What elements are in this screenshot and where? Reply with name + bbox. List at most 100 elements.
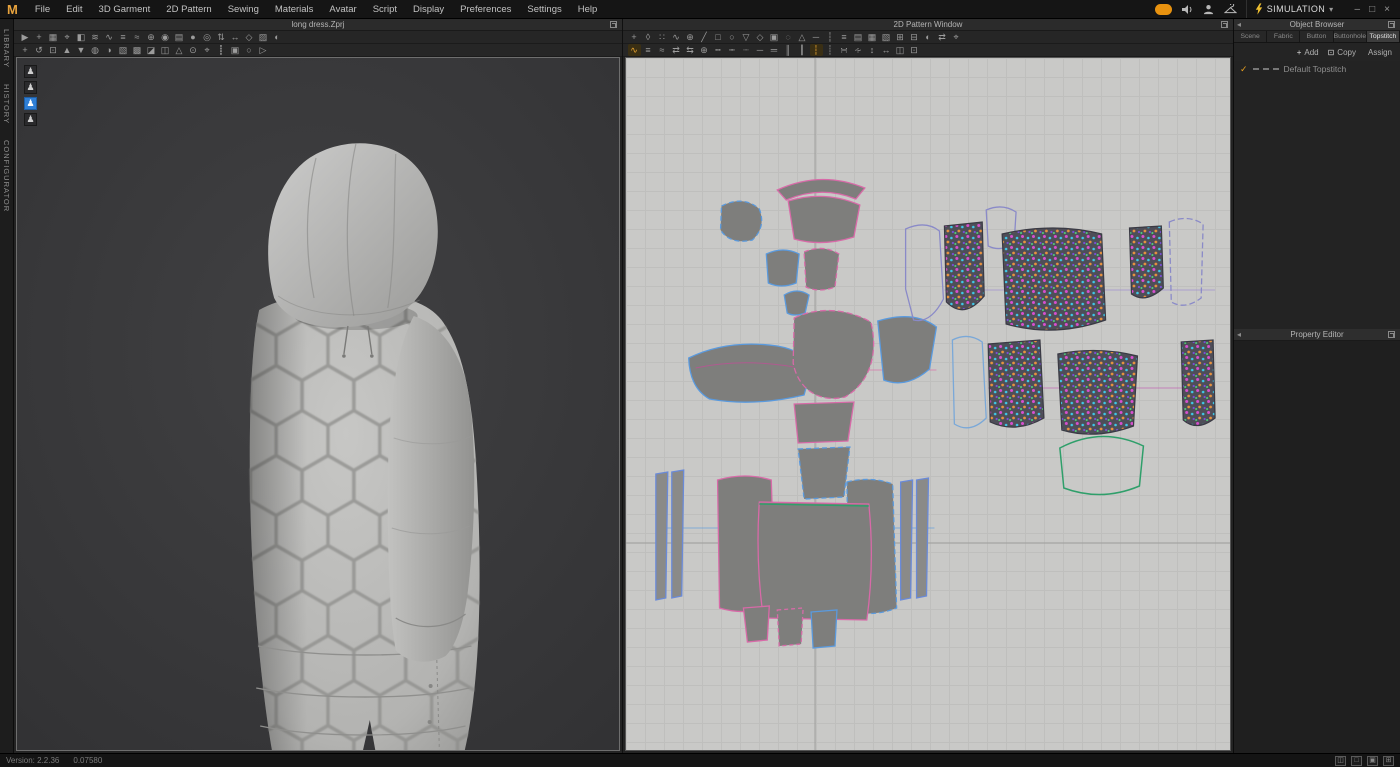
- segment-topstitch-icon[interactable]: ┊: [824, 44, 837, 56]
- view-back-icon[interactable]: ▼: [75, 44, 88, 56]
- edit-curvature-icon[interactable]: ∿: [670, 31, 683, 43]
- pattern-piece[interactable]: [757, 501, 872, 621]
- rail-library[interactable]: LIBRARY: [2, 29, 11, 68]
- pattern-piece[interactable]: [742, 605, 770, 643]
- avatar-display-toggle-1[interactable]: ♟: [24, 65, 37, 78]
- menu-2d-pattern[interactable]: 2D Pattern: [158, 0, 219, 19]
- credits-badge-icon[interactable]: [1154, 3, 1172, 15]
- select-mesh-icon[interactable]: ▦: [47, 31, 60, 43]
- pattern-piece[interactable]: [877, 316, 938, 384]
- minimize-button[interactable]: –: [1355, 0, 1361, 19]
- popout-3d-icon[interactable]: [610, 21, 617, 28]
- layout-3d2d-icon[interactable]: ◫: [1335, 755, 1346, 766]
- rectangle-pen-icon[interactable]: □: [712, 31, 725, 43]
- pattern-piece-printed[interactable]: [1001, 227, 1107, 331]
- show-avatar-icon[interactable]: ◍: [89, 44, 102, 56]
- tab-topstitch[interactable]: Topstitch: [1366, 31, 1400, 42]
- avatar-display-toggle-2[interactable]: ♟: [24, 81, 37, 94]
- edit-point-icon[interactable]: ∷: [656, 31, 669, 43]
- pattern-piece[interactable]: [951, 335, 987, 429]
- collapse-property-editor-icon[interactable]: ◂: [1237, 330, 1241, 340]
- select-move-icon[interactable]: +: [33, 31, 46, 43]
- garment-sleeve[interactable]: [387, 316, 475, 662]
- edit-pattern-icon[interactable]: ◊: [642, 31, 655, 43]
- popout-object-browser-icon[interactable]: [1388, 21, 1395, 28]
- menu-sewing[interactable]: Sewing: [220, 0, 267, 19]
- rail-configurator[interactable]: CONFIGURATOR: [2, 140, 11, 212]
- segment-sewing-icon[interactable]: ≡: [117, 31, 130, 43]
- gizmo-move-icon[interactable]: +: [19, 44, 32, 56]
- detail-sewing-2d-icon[interactable]: ⊕: [698, 44, 711, 56]
- maximize-button[interactable]: □: [1369, 0, 1375, 19]
- 3d-viewport[interactable]: ♟ ♟ ♟ ♟: [16, 57, 620, 751]
- popout-2d-icon[interactable]: [1221, 21, 1228, 28]
- elastic-icon[interactable]: ║: [782, 44, 795, 56]
- pattern-piece-printed[interactable]: [1128, 225, 1164, 299]
- pin-icon[interactable]: ⌖: [61, 31, 74, 43]
- seam-taping-icon[interactable]: ─: [754, 44, 767, 56]
- stress-map-icon[interactable]: ◫: [159, 44, 172, 56]
- annotation-icon[interactable]: ◫: [894, 44, 907, 56]
- baseline-icon[interactable]: ─: [810, 31, 823, 43]
- internal-rectangle-icon[interactable]: ▣: [768, 31, 781, 43]
- avatar-display-toggle-3[interactable]: ♟: [24, 97, 37, 110]
- show-pins-icon[interactable]: ⌖: [201, 44, 214, 56]
- mn-segment-sewing-icon[interactable]: ⇄: [670, 44, 683, 56]
- edit-sewing-icon[interactable]: ∿: [627, 44, 641, 56]
- free-sewing-icon[interactable]: ≈: [131, 31, 144, 43]
- polygon-pen-icon[interactable]: ╱: [698, 31, 711, 43]
- show-stitch-icon[interactable]: ┋: [215, 44, 228, 56]
- layout-icon[interactable]: ⊡: [908, 44, 921, 56]
- pattern-piece[interactable]: [787, 195, 861, 244]
- texture-editor-icon[interactable]: ▦: [866, 31, 879, 43]
- add-point-icon[interactable]: ⊕: [684, 31, 697, 43]
- buttonhole-icon[interactable]: ◎: [201, 31, 214, 43]
- pattern-piece-collar[interactable]: [1059, 435, 1145, 496]
- texture-view-icon[interactable]: ▨: [257, 31, 270, 43]
- pattern-piece[interactable]: [783, 290, 810, 316]
- pattern-piece[interactable]: [1168, 217, 1204, 306]
- collapse-object-browser-icon[interactable]: ◂: [1237, 20, 1241, 30]
- copy-button[interactable]: ⊡ Copy: [1328, 48, 1356, 57]
- pattern-piece[interactable]: [904, 224, 945, 322]
- grading-icon[interactable]: ▤: [173, 31, 186, 43]
- menu-avatar[interactable]: Avatar: [321, 0, 364, 19]
- fuse-tape-icon[interactable]: ═: [768, 44, 781, 56]
- surface-view-icon[interactable]: ▧: [117, 44, 130, 56]
- light-setting-icon[interactable]: ○: [243, 44, 256, 56]
- edit-puckering-icon[interactable]: ┅: [712, 44, 725, 56]
- pattern-piece[interactable]: [803, 247, 840, 291]
- gizmo-rotate-icon[interactable]: ↺: [33, 44, 46, 56]
- speaker-icon[interactable]: [1180, 3, 1194, 16]
- pattern-piece-printed[interactable]: [1057, 349, 1139, 435]
- detail-sewing-icon[interactable]: ⊕: [145, 31, 158, 43]
- pattern-piece[interactable]: [765, 249, 800, 287]
- strain-map-icon[interactable]: ◪: [145, 44, 158, 56]
- pattern-piece-printed[interactable]: [1180, 339, 1216, 427]
- menu-help[interactable]: Help: [570, 0, 606, 19]
- fold-arrangement-icon[interactable]: ◧: [75, 31, 88, 43]
- snapshot-icon[interactable]: ▷: [257, 44, 270, 56]
- menu-script[interactable]: Script: [365, 0, 405, 19]
- pattern-piece[interactable]: [792, 309, 875, 399]
- wind-controller-icon[interactable]: ≋: [89, 31, 102, 43]
- tab-buttonhole[interactable]: Buttonhole: [1333, 31, 1367, 42]
- pattern-piece[interactable]: [719, 200, 763, 242]
- transform-pattern-icon[interactable]: +: [628, 31, 641, 43]
- pattern-piece[interactable]: [810, 609, 838, 649]
- button-icon[interactable]: ●: [187, 31, 200, 43]
- hanger-icon[interactable]: [1224, 3, 1238, 16]
- snap-icon[interactable]: ⌖: [950, 31, 963, 43]
- zipper-edit-icon[interactable]: ↕: [866, 44, 879, 56]
- garment-3d-render[interactable]: [17, 58, 619, 750]
- free-puckering-icon[interactable]: ┈: [740, 44, 753, 56]
- menu-settings[interactable]: Settings: [519, 0, 569, 19]
- pattern-piece[interactable]: [915, 477, 930, 599]
- align-grid-icon[interactable]: ⊞: [894, 31, 907, 43]
- internal-dart-icon[interactable]: △: [796, 31, 809, 43]
- segment-sewing-2d-icon[interactable]: ≡: [642, 44, 655, 56]
- internal-polygon-icon[interactable]: ◇: [754, 31, 767, 43]
- pattern-piece[interactable]: [793, 401, 855, 444]
- avatar-display-toggle-4[interactable]: ♟: [24, 113, 37, 126]
- pattern-piece[interactable]: [776, 607, 804, 647]
